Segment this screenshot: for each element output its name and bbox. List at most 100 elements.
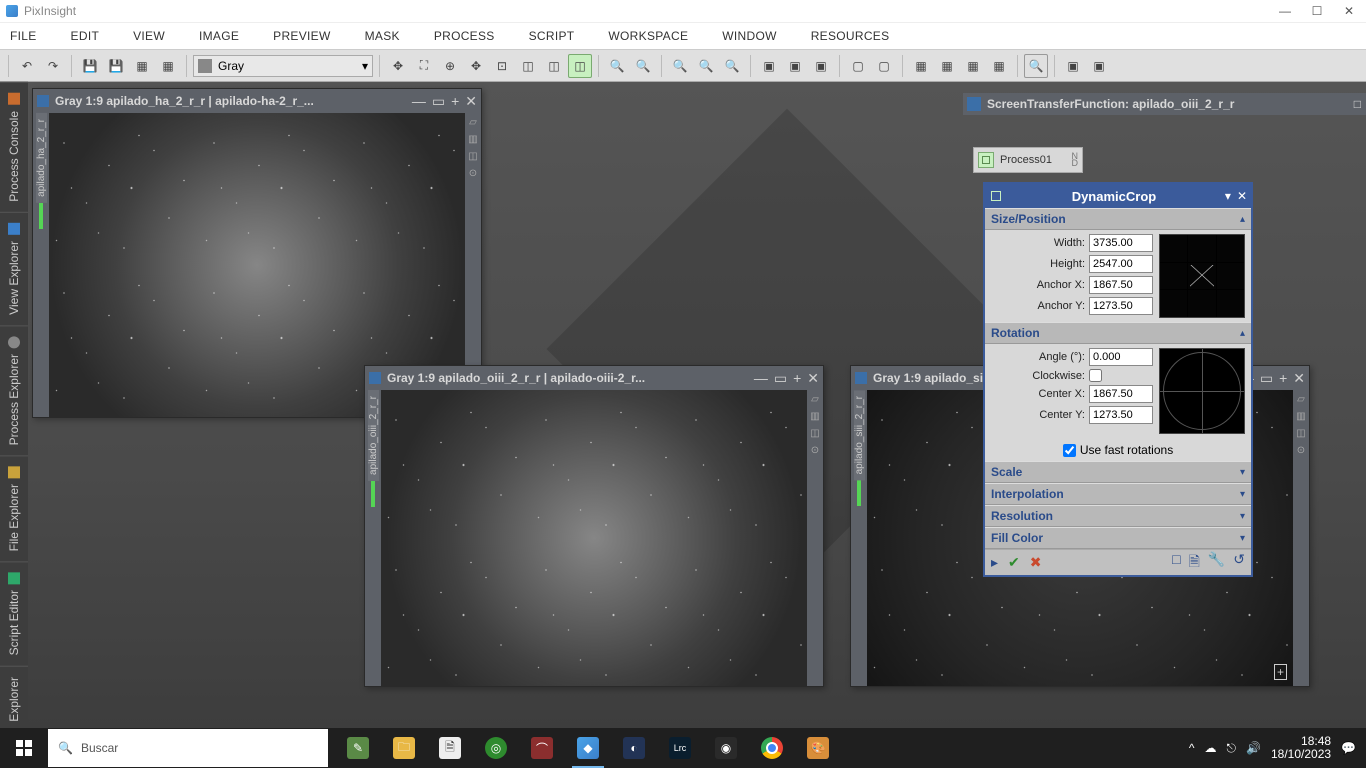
workspace[interactable]: ScreenTransferFunction: apilado_oiii_2_r… [28,82,1366,728]
fit-view-tool[interactable]: ⛶ [412,54,436,78]
maximize-icon[interactable]: + [1279,371,1287,385]
display-channel-select[interactable]: Gray ▾ [193,55,373,77]
system-clock[interactable]: 18:48 18/10/2023 [1271,735,1331,761]
reset-button[interactable]: ↺ [1233,551,1245,575]
section-size-position-header[interactable]: Size/Position ▴ [985,208,1251,230]
menu-mask[interactable]: MASK [365,29,400,43]
section-scale-header[interactable]: Scale▾ [985,461,1251,483]
close-image-button[interactable]: ▦ [156,54,180,78]
sidebar-tab-file-explorer[interactable]: File Explorer [0,455,28,561]
dynamic-crop-tool[interactable]: ◫ [568,54,592,78]
rotation-dial[interactable] [1159,348,1245,434]
tool-icon[interactable]: ▥ [810,411,819,422]
minimize-icon[interactable]: — [754,371,768,385]
zoom-out-button[interactable]: 🔍 [631,54,655,78]
save-as-button[interactable]: 💾 [104,54,128,78]
close-icon[interactable]: ✕ [807,371,819,385]
center-y-input[interactable] [1089,406,1153,424]
image-window-ha-titlebar[interactable]: Gray 1:9 apilado_ha_2_r_r | apilado-ha-2… [33,89,481,113]
screen-2-button[interactable]: ▢ [872,54,896,78]
zoom-1-button[interactable]: 🔍 [668,54,692,78]
menu-workspace[interactable]: WORKSPACE [608,29,688,43]
search-preview-button[interactable]: 🔍 [1024,54,1048,78]
tool-icon[interactable]: ◫ [468,151,477,162]
anchor-center[interactable] [1188,263,1215,290]
preview-2-button[interactable]: ▣ [783,54,807,78]
anchor-l[interactable] [1160,263,1187,290]
image-window-ha-sidetab[interactable]: apilado_ha_2_r_r [33,113,49,417]
image-window-oiii-titlebar[interactable]: Gray 1:9 apilado_oiii_2_r_r | apilado-oi… [365,366,823,390]
tool-icon[interactable]: ⊙ [811,445,819,456]
image-window-oiii-canvas[interactable] [381,390,807,686]
undo-button[interactable]: ↶ [15,54,39,78]
menu-window[interactable]: WINDOW [722,29,776,43]
zoom-plus-tool[interactable]: ⊕ [438,54,462,78]
preview-3-button[interactable]: ▣ [809,54,833,78]
shade-icon[interactable]: ▭ [1260,371,1273,385]
shade-icon[interactable]: ▭ [774,371,787,385]
taskbar-app-explorer[interactable]: 🗀 [382,728,426,768]
zoom-indicator-icon[interactable]: + [1274,664,1287,680]
anchor-r[interactable] [1217,263,1244,290]
maximize-icon[interactable]: + [793,371,801,385]
shade-icon[interactable]: ▭ [432,94,445,108]
anchor-grid[interactable] [1159,234,1245,318]
menu-file[interactable]: FILE [10,29,37,43]
tool-icon[interactable]: ⊙ [1297,445,1305,456]
sidebar-tab-process-explorer[interactable]: Process Explorer [0,325,28,455]
section-interpolation-header[interactable]: Interpolation▾ [985,483,1251,505]
taskbar-app-lrc[interactable]: Lrc [658,728,702,768]
anchor-x-input[interactable] [1089,276,1153,294]
menu-image[interactable]: IMAGE [199,29,239,43]
execute-check-button[interactable]: ✔ [1008,554,1020,571]
mask-3-button[interactable]: ▦ [961,54,985,78]
process-instance-icon[interactable]: Process01 ND [973,147,1083,173]
taskbar-search[interactable]: 🔍 Buscar [48,729,328,767]
stf-restore-button[interactable]: □ [1354,97,1361,111]
anchor-b[interactable] [1188,290,1215,317]
apply-triangle-button[interactable]: ▸ [991,554,998,571]
extra-1-button[interactable]: ▣ [1061,54,1085,78]
readout-tool[interactable]: ◫ [516,54,540,78]
sidebar-tab-view-explorer[interactable]: View Explorer [0,212,28,325]
new-instance-button[interactable]: □ [1172,551,1180,575]
maximize-button[interactable]: ☐ [1310,4,1324,18]
documentation-button[interactable]: 🗎 [1189,551,1200,575]
minimize-icon[interactable]: — [412,94,426,108]
image-window-oiii-sidetab[interactable]: apilado_oiii_2_r_r [365,390,381,686]
taskbar-app-chrome[interactable] [750,728,794,768]
angle-input[interactable] [1089,348,1153,366]
close-button[interactable]: ✕ [1342,4,1356,18]
zoom-3-button[interactable]: 🔍 [720,54,744,78]
tool-icon[interactable]: ▱ [811,394,819,405]
taskbar-app-green[interactable]: ◎ [474,728,518,768]
anchor-y-input[interactable] [1089,297,1153,315]
menu-script[interactable]: SCRIPT [529,29,575,43]
center-x-input[interactable] [1089,385,1153,403]
cancel-x-button[interactable]: ✖ [1030,554,1042,571]
height-input[interactable] [1089,255,1153,273]
sidebar-tab-script-editor[interactable]: Script Editor [0,561,28,665]
menu-process[interactable]: PROCESS [434,29,495,43]
stf-window-collapsed[interactable]: ScreenTransferFunction: apilado_oiii_2_r… [963,93,1366,115]
zoom-in-button[interactable]: 🔍 [605,54,629,78]
save-all-button[interactable]: ▦ [130,54,154,78]
tool-icon[interactable]: ◫ [1296,428,1305,439]
pan-tool[interactable]: ⊡ [490,54,514,78]
move-tool[interactable]: ✥ [386,54,410,78]
dynamic-crop-dialog[interactable]: DynamicCrop ▾ ✕ Size/Position ▴ Width: H… [983,182,1253,577]
taskbar-app-notepad[interactable]: ✎ [336,728,380,768]
preferences-button[interactable]: 🔧 [1208,551,1225,575]
zoom-2-button[interactable]: 🔍 [694,54,718,78]
tray-onedrive-icon[interactable]: ☁ [1205,741,1217,755]
extra-2-button[interactable]: ▣ [1087,54,1111,78]
close-icon[interactable]: ✕ [465,94,477,108]
tool-icon[interactable]: ⊙ [469,168,477,179]
taskbar-app-file[interactable]: 🗎 [428,728,472,768]
tray-volume-icon[interactable]: 🔊 [1246,741,1261,755]
sidebar-tab-process-console[interactable]: Process Console [0,82,28,212]
close-icon[interactable]: ✕ [1293,371,1305,385]
anchor-br[interactable] [1217,290,1244,317]
use-fast-rotations-checkbox[interactable] [1063,444,1076,457]
anchor-tr[interactable] [1217,235,1244,262]
